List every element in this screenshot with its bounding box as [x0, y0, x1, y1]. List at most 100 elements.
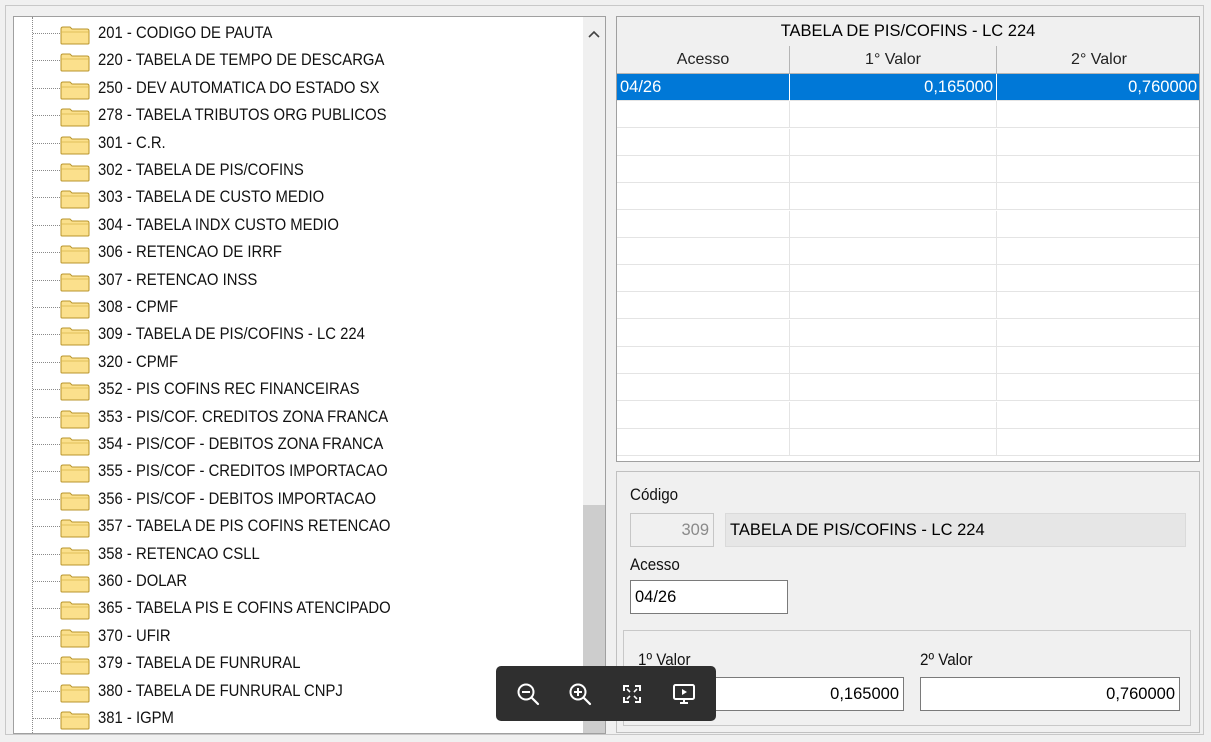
cell-valor1 [790, 155, 997, 183]
tree-item[interactable]: 301 - C.R. [14, 130, 583, 157]
tree-item[interactable]: 357 - TABELA DE PIS COFINS RETENCAO [14, 513, 583, 540]
tree-item-label: 365 - TABELA PIS E COFINS ATENCIPADO [98, 599, 391, 618]
cell-valor1 [790, 237, 997, 265]
table-row[interactable]: 04/26 0,165000 0,760000 [617, 74, 1199, 101]
table-row-empty[interactable] [617, 319, 1199, 347]
tree-scrollbar[interactable] [583, 17, 605, 733]
scroll-up-button[interactable] [583, 17, 605, 51]
tree-item[interactable]: 303 - TABELA DE CUSTO MEDIO [14, 184, 583, 211]
cell-valor1 [790, 210, 997, 238]
folder-icon [60, 108, 90, 127]
tree-connector [33, 307, 60, 308]
tree-item-label: 356 - PIS/COF - DEBITOS IMPORTACAO [98, 489, 377, 508]
tree-item[interactable]: 355 - PIS/COF - CREDITOS IMPORTACAO [14, 458, 583, 485]
tree-item[interactable]: 360 - DOLAR [14, 568, 583, 595]
tree-item-label: 320 - CPMF [98, 352, 179, 371]
cell-valor1 [790, 374, 997, 402]
tree-item-label: 355 - PIS/COF - CREDITOS IMPORTACAO [98, 462, 388, 481]
tree-item-label: 358 - RETENCAO CSLL [98, 544, 260, 563]
cell-valor2 [997, 101, 1199, 128]
tree-connector [33, 87, 60, 89]
valor2-field[interactable]: 0,760000 [920, 677, 1180, 711]
tree-connector [33, 33, 60, 34]
tree-item-label: 380 - TABELA DE FUNRURAL CNPJ [98, 681, 343, 700]
cell-acesso [617, 265, 790, 293]
tree-item[interactable]: 352 - PIS COFINS REC FINANCEIRAS [14, 376, 583, 403]
tree-item-label: 381 - IGPM [98, 709, 174, 727]
tree-connector [33, 498, 60, 500]
tree-view[interactable]: 201 - CODIGO DE PAUTA 220 - TABELA DE TEM… [13, 16, 606, 734]
cell-valor2 [997, 292, 1199, 319]
cell-valor2 [997, 183, 1199, 210]
table-row-empty[interactable] [617, 401, 1199, 429]
tree-item[interactable]: 309 - TABELA DE PIS/COFINS - LC 224 [14, 321, 583, 348]
cell-valor2 [997, 374, 1199, 401]
tree-connector [33, 581, 60, 582]
tree-item[interactable]: 304 - TABELA INDX CUSTO MEDIO [14, 212, 583, 239]
tree-item[interactable]: 302 - TABELA DE PIS/COFINS [14, 157, 583, 184]
acesso-field[interactable]: 04/26 [630, 580, 788, 614]
slideshow-icon [673, 683, 695, 704]
fit-screen-button[interactable] [612, 674, 652, 714]
tree-item-label: 304 - TABELA INDX CUSTO MEDIO [98, 215, 339, 234]
tree-item-label: 301 - C.R. [98, 133, 166, 152]
folder-icon [60, 684, 90, 703]
table-row-empty[interactable] [617, 128, 1199, 156]
tree-item[interactable]: 308 - CPMF [14, 294, 583, 321]
tree-item[interactable]: 354 - PIS/COF - DEBITOS ZONA FRANCA [14, 431, 583, 458]
folder-icon [60, 629, 90, 648]
zoom-in-button[interactable] [560, 674, 600, 714]
cell-acesso [617, 128, 790, 156]
tree-item[interactable]: 320 - CPMF [14, 349, 583, 376]
table-row-empty[interactable] [617, 101, 1199, 129]
tree-item[interactable]: 220 - TABELA DE TEMPO DE DESCARGA [14, 47, 583, 74]
column-header-valor1[interactable]: 1° Valor [790, 46, 997, 73]
tree-item[interactable]: 358 - RETENCAO CSLL [14, 541, 583, 568]
table-row-empty[interactable] [617, 155, 1199, 183]
tree-item[interactable]: 278 - TABELA TRIBUTOS ORG PUBLICOS [14, 102, 583, 129]
cell-valor1 [790, 292, 997, 320]
folder-icon [60, 547, 90, 566]
column-header-valor2[interactable]: 2° Valor [997, 46, 1199, 73]
tree-connector [33, 526, 60, 528]
tree-item[interactable]: 353 - PIS/COF. CREDITOS ZONA FRANCA [14, 404, 583, 431]
table-row-empty[interactable] [617, 265, 1199, 293]
tree-connector [33, 471, 60, 473]
table-row-empty[interactable] [617, 210, 1199, 238]
table-row-empty[interactable] [617, 347, 1199, 374]
cell-valor2 [997, 238, 1199, 265]
chevron-up-icon [588, 30, 600, 38]
tree-connector [33, 553, 60, 555]
tree-item-label: 309 - TABELA DE PIS/COFINS - LC 224 [98, 325, 365, 344]
table-row-empty[interactable] [617, 183, 1199, 211]
tree-item[interactable]: 370 - UFIR [14, 623, 583, 650]
table-row-empty[interactable] [617, 428, 1199, 456]
cell-valor1 [790, 183, 997, 211]
tree-item[interactable]: 306 - RETENCAO DE IRRF [14, 239, 583, 266]
table-row-empty[interactable] [617, 292, 1199, 320]
zoom-out-button[interactable] [508, 674, 548, 714]
folder-icon [60, 437, 90, 456]
folder-icon [60, 355, 90, 374]
folder-icon [60, 53, 90, 72]
image-viewer-toolbar [496, 666, 716, 721]
tree-item[interactable]: 201 - CODIGO DE PAUTA [14, 20, 583, 47]
tree-item[interactable]: 365 - TABELA PIS E COFINS ATENCIPADO [14, 595, 583, 622]
grid-body: 04/26 0,165000 0,760000 [617, 74, 1199, 461]
tree-connector [33, 690, 60, 692]
tree-item[interactable]: 250 - DEV AUTOMATICA DO ESTADO SX [14, 75, 583, 102]
tree-item[interactable]: 307 - RETENCAO INSS [14, 267, 583, 294]
tree-item[interactable]: 356 - PIS/COF - DEBITOS IMPORTACAO [14, 486, 583, 513]
table-row-empty[interactable] [617, 374, 1199, 402]
slideshow-button[interactable] [664, 674, 704, 714]
folder-icon [60, 136, 90, 155]
cell-acesso [617, 155, 790, 183]
tree-item-label: 250 - DEV AUTOMATICA DO ESTADO SX [98, 78, 380, 97]
acesso-label: Acesso [630, 556, 680, 574]
table-row-empty[interactable] [617, 237, 1199, 265]
zoom-in-icon [569, 683, 592, 705]
column-header-acesso[interactable]: Acesso [617, 46, 790, 73]
cell-valor1 [790, 101, 997, 129]
tree-list: 201 - CODIGO DE PAUTA 220 - TABELA DE TEM… [14, 17, 583, 733]
tree-item-label: 307 - RETENCAO INSS [98, 270, 258, 289]
